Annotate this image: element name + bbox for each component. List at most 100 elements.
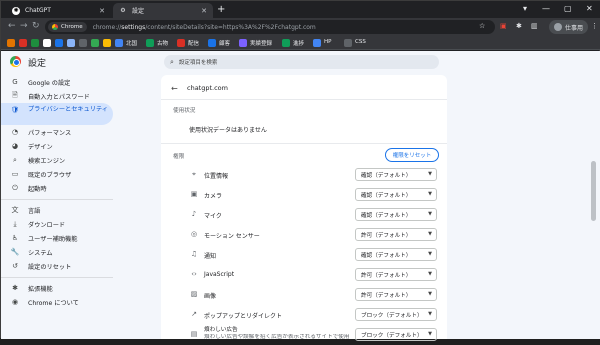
maximize-button[interactable]: ▢ [564,4,572,13]
bookmark-label[interactable]: 北国 [126,39,137,47]
sidebar-item-icon: ◔ [11,128,19,136]
sidebar-item-label: 設定のリセット [28,263,72,271]
permission-select[interactable]: ブロック（デフォルト） ▼ [355,308,437,321]
bookmark-label[interactable]: CSS [355,39,366,45]
bookmark-favicon-icon[interactable] [282,39,290,47]
close-tab-icon[interactable]: ✕ [201,7,207,15]
bookmark-label[interactable]: 古物 [157,39,168,47]
bookmark-favicon-icon[interactable] [208,39,216,47]
permission-select[interactable]: 確認（デフォルト） ▼ [355,248,437,261]
sidebar-item-icon: 文 [11,206,19,214]
extension-new-icon[interactable]: ▣ [500,22,507,30]
bookmark-favicon-icon[interactable] [313,39,321,47]
sidebar-item[interactable]: 文 言語 [1,203,113,217]
permission-label: JavaScript [204,271,234,278]
bookmark-favicon-icon[interactable] [177,39,185,47]
bookmark-favicon-icon[interactable] [7,39,15,47]
permission-icon: ▤ [190,330,198,338]
browser-window: ✺ ChatGPT ✕ ⚙ 設定 ✕ + ▾ — ▢ ✕ ← → ↻ Chrom… [0,0,600,341]
sidebar-item[interactable]: ↺ 設定のリセット [1,259,113,273]
tab-settings[interactable]: ⚙ 設定 ✕ [113,3,213,18]
extensions-icon[interactable]: ✱ [516,22,522,30]
sidebar-item[interactable]: ◔ パフォーマンス [1,125,113,139]
sidebar-item-icon: ♿ [11,234,19,242]
bookmark-favicon-icon[interactable] [344,39,352,47]
bookmark-favicon-icon[interactable] [146,39,154,47]
permission-select[interactable]: 許可（デフォルト） ▼ [355,288,437,301]
chrome-logo-icon [10,56,21,67]
permission-icon: ◎ [190,230,198,238]
reset-permissions-button[interactable]: 権限をリセット [385,148,439,162]
tab-chatgpt[interactable]: ✺ ChatGPT ✕ [6,3,111,18]
bookmark-favicon-icon[interactable] [239,39,247,47]
bookmark-favicon-icon[interactable] [31,39,39,47]
sidebar-item[interactable]: ⏻ 起動時 [1,181,113,195]
back-button[interactable]: ← [8,21,16,31]
permission-icon: ↗ [191,310,197,318]
tab-search-icon[interactable]: ▾ [523,4,527,13]
close-tab-icon[interactable]: ✕ [99,7,105,15]
sidebar-item[interactable]: ♿ ユーザー補助機能 [1,231,113,245]
sidebar-item-icon: G [12,78,18,86]
chevron-down-icon: ▼ [428,271,432,277]
bookmark-favicon-icon[interactable] [91,39,99,47]
bookmark-favicon-icon[interactable] [43,39,51,47]
sidebar-item[interactable]: 🔧 システム [1,245,113,259]
sidebar-item[interactable]: ▭ 既定のブラウザ [1,167,113,181]
tab-strip: ✺ ChatGPT ✕ ⚙ 設定 ✕ + ▾ — ▢ ✕ [1,1,600,18]
new-tab-button[interactable]: + [217,4,225,15]
bookmark-label[interactable]: 顧客 [219,39,230,47]
bookmark-label[interactable]: 配信 [188,39,199,47]
permission-name: JavaScript [204,271,235,278]
permission-select[interactable]: 確認（デフォルト） ▼ [355,168,437,181]
permission-select[interactable]: 確認（デフォルト） ▼ [355,188,437,201]
settings-page: 設定 ⌕ 設定項目を検索 G Google の設定 🗎 自動入力とパスワード 🛡 プライバ… [1,51,600,341]
sidebar-item[interactable]: 🗎 自動入力とパスワード [1,89,113,103]
sidebar-item-icon: ▭ [11,170,19,178]
sidebar-item[interactable]: ⌕ 検索エンジン [1,153,113,167]
sidebar-item-label: ダウンロード [28,221,66,229]
sidebar-item[interactable]: G Google の設定 [1,75,113,89]
permission-row: ♪ マイク 確認（デフォルト） ▼ [161,205,447,225]
bookmark-star-icon[interactable]: ☆ [479,22,485,30]
site-chip[interactable]: Chrome [48,22,87,32]
bookmark-label[interactable]: 進捗 [293,39,304,47]
back-arrow-icon[interactable]: ← [171,84,178,93]
sidebar-separator [1,199,113,200]
permission-select[interactable]: 許可（デフォルト） ▼ [355,228,437,241]
bookmark-favicon-icon[interactable] [67,39,75,47]
minimize-button[interactable]: — [542,4,550,13]
bookmark-favicon-icon[interactable] [55,39,63,47]
settings-header: 設定 ⌕ 設定項目を検索 [1,51,600,73]
permission-label: カメラ [204,191,222,200]
scrollbar[interactable] [591,161,596,221]
sidebar-item[interactable]: ◕ デザイン [1,139,113,153]
menu-icon[interactable]: ⋮ [591,22,598,30]
sidebar-item[interactable]: ◉ Chrome について [1,295,113,309]
close-window-button[interactable]: ✕ [586,4,593,13]
bookmark-favicon-icon[interactable] [103,39,111,47]
settings-search-input[interactable]: ⌕ 設定項目を検索 [164,55,439,69]
permission-select[interactable]: 確認（デフォルト） ▼ [355,208,437,221]
permission-name: ポップアップとリダイレクト [204,313,283,320]
bookmark-favicon-icon[interactable] [115,39,123,47]
sidepanel-icon[interactable]: ▥ [531,22,538,30]
bookmark-label[interactable]: HP [324,39,331,45]
sidebar-item[interactable]: 🛡 プライバシーとセキュリティ [1,103,113,125]
bookmark-label[interactable]: 実績登録 [250,39,272,47]
sidebar-item[interactable]: ⤓ ダウンロード [1,217,113,231]
sidebar-item-label: 検索エンジン [28,157,66,165]
forward-button[interactable]: → [20,21,28,31]
reload-button[interactable]: ↻ [32,21,40,31]
address-bar[interactable]: Chrome chrome://settings/content/siteDet… [45,20,495,34]
search-placeholder: 設定項目を検索 [178,60,218,66]
bookmark-favicon-icon[interactable] [79,39,87,47]
permission-label: 通知 [204,251,216,260]
bookmark-favicon-icon[interactable] [19,39,27,47]
sidebar-item-icon: ⌕ [13,155,17,164]
sidebar-item[interactable]: ✱ 拡張機能 [1,281,113,295]
url-text: chrome://settings/content/siteDetails?si… [92,23,316,31]
permission-select[interactable]: ブロック（デフォルト） ▼ [355,328,437,341]
permission-select[interactable]: 許可（デフォルト） ▼ [355,268,437,281]
profile-button[interactable]: 仕事用 [549,20,589,34]
